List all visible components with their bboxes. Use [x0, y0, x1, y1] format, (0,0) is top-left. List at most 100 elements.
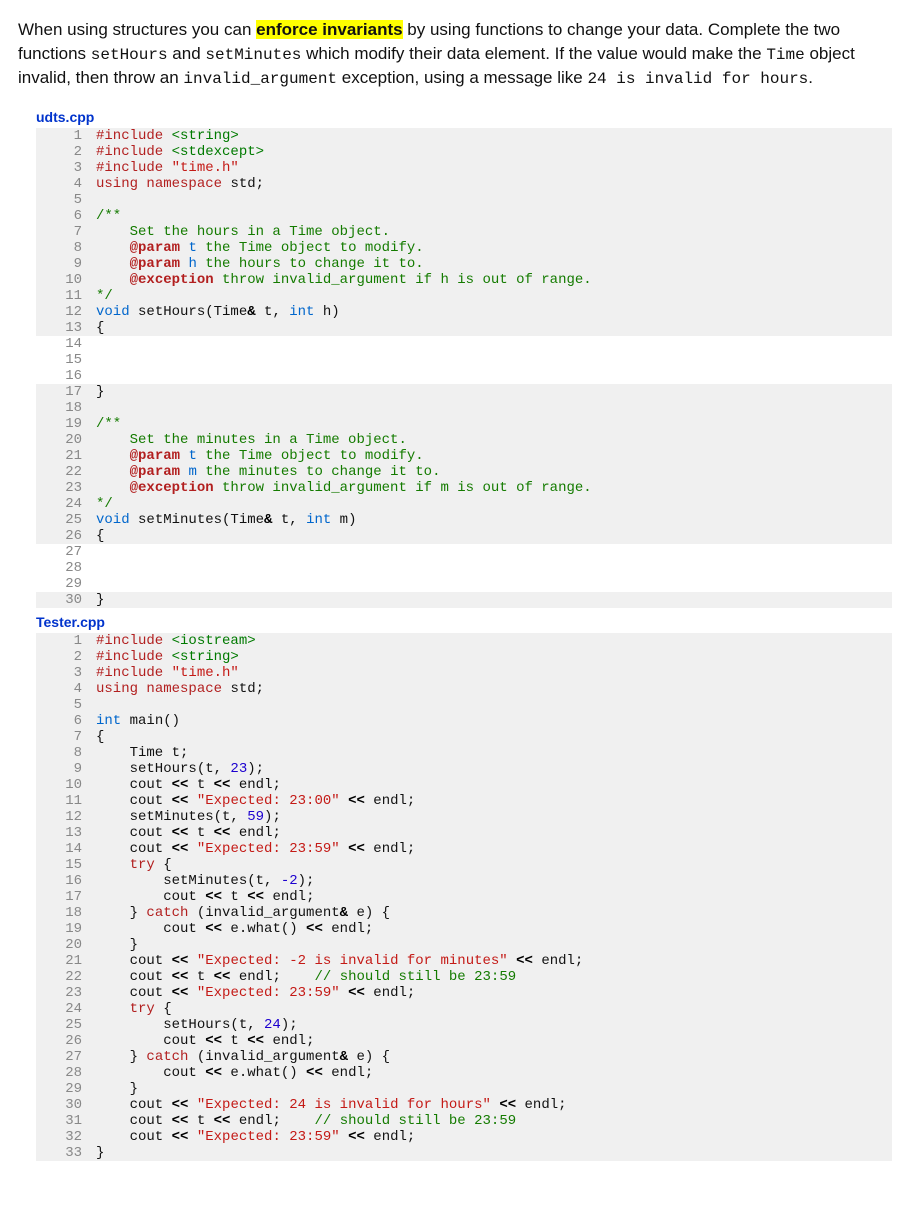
line-content: @param t the Time object to modify.: [92, 448, 892, 464]
code-line: 19/**: [36, 416, 892, 432]
code-line: 29: [36, 576, 892, 592]
line-content: #include <stdexcept>: [92, 144, 892, 160]
line-number: 22: [36, 969, 92, 985]
line-content: @param m the minutes to change it to.: [92, 464, 892, 480]
line-content: cout << "Expected: 23:00" << endl;: [92, 793, 892, 809]
line-number: 30: [36, 592, 92, 608]
line-content: cout << "Expected: 23:59" << endl;: [92, 985, 892, 1001]
line-content: cout << t << endl;: [92, 825, 892, 841]
line-content: {: [92, 729, 892, 745]
code-line: 27 } catch (invalid_argument& e) {: [36, 1049, 892, 1065]
line-number: 7: [36, 224, 92, 240]
file1-name: udts.cpp: [36, 109, 892, 125]
code-line: 1#include <iostream>: [36, 633, 892, 649]
line-number: 2: [36, 144, 92, 160]
line-content: cout << t << endl;: [92, 1033, 892, 1049]
file1-code: 1#include <string>2#include <stdexcept>3…: [36, 127, 892, 608]
code-line: 21 cout << "Expected: -2 is invalid for …: [36, 953, 892, 969]
line-number: 11: [36, 288, 92, 304]
code-line: 18 } catch (invalid_argument& e) {: [36, 905, 892, 921]
code-line: 32 cout << "Expected: 23:59" << endl;: [36, 1129, 892, 1145]
line-number: 7: [36, 729, 92, 745]
line-content: #include <iostream>: [92, 633, 892, 649]
code-line: 29 }: [36, 1081, 892, 1097]
line-content: }: [92, 937, 892, 953]
code-line: 10 @exception throw invalid_argument if …: [36, 272, 892, 288]
code-line: 20 }: [36, 937, 892, 953]
line-number: 17: [36, 384, 92, 400]
code-line: 16 setMinutes(t, -2);: [36, 873, 892, 889]
line-number: 6: [36, 208, 92, 224]
code-line: 31 cout << t << endl; // should still be…: [36, 1113, 892, 1129]
line-content: [92, 192, 892, 208]
line-number: 12: [36, 809, 92, 825]
line-content: Time t;: [92, 745, 892, 761]
line-number: 4: [36, 176, 92, 192]
line-number: 28: [36, 560, 92, 576]
line-number: 15: [36, 857, 92, 873]
line-number: 3: [36, 160, 92, 176]
line-content: using namespace std;: [92, 176, 892, 192]
intro-text: and: [168, 44, 206, 63]
intro-code: invalid_argument: [183, 70, 337, 88]
code-line: 1#include <string>: [36, 128, 892, 144]
code-line: 2#include <string>: [36, 649, 892, 665]
line-content: cout << "Expected: 24 is invalid for hou…: [92, 1097, 892, 1113]
line-content: }: [92, 384, 892, 400]
line-number: 9: [36, 256, 92, 272]
line-number: 3: [36, 665, 92, 681]
line-content: }: [92, 1081, 892, 1097]
code-line: 3#include "time.h": [36, 160, 892, 176]
line-content: }: [92, 592, 892, 608]
code-line: 33}: [36, 1145, 892, 1161]
code-line: 4using namespace std;: [36, 681, 892, 697]
line-number: 8: [36, 745, 92, 761]
code-line: 23 cout << "Expected: 23:59" << endl;: [36, 985, 892, 1001]
line-content: cout << t << endl; // should still be 23…: [92, 1113, 892, 1129]
line-content: #include <string>: [92, 649, 892, 665]
code-line: 9 @param h the hours to change it to.: [36, 256, 892, 272]
line-number: 1: [36, 633, 92, 649]
code-line: 11 cout << "Expected: 23:00" << endl;: [36, 793, 892, 809]
line-content: Set the hours in a Time object.: [92, 224, 892, 240]
line-number: 17: [36, 889, 92, 905]
code-line: 20 Set the minutes in a Time object.: [36, 432, 892, 448]
code-line: 28 cout << e.what() << endl;: [36, 1065, 892, 1081]
code-line: 7 Set the hours in a Time object.: [36, 224, 892, 240]
line-content: cout << "Expected: 23:59" << endl;: [92, 841, 892, 857]
line-content: #include "time.h": [92, 160, 892, 176]
line-number: 14: [36, 841, 92, 857]
line-content: cout << "Expected: 23:59" << endl;: [92, 1129, 892, 1145]
line-content: void setMinutes(Time& t, int m): [92, 512, 892, 528]
code-line: 17}: [36, 384, 892, 400]
code-line: 12void setHours(Time& t, int h): [36, 304, 892, 320]
code-line: 2#include <stdexcept>: [36, 144, 892, 160]
line-content: int main(): [92, 713, 892, 729]
line-number: 11: [36, 793, 92, 809]
code-line: 30}: [36, 592, 892, 608]
intro-code: setMinutes: [205, 46, 301, 64]
line-content: cout << t << endl; // should still be 23…: [92, 969, 892, 985]
line-number: 28: [36, 1065, 92, 1081]
line-content: /**: [92, 208, 892, 224]
line-number: 20: [36, 937, 92, 953]
code-line: 15: [36, 352, 892, 368]
code-line: 11*/: [36, 288, 892, 304]
line-content: try {: [92, 1001, 892, 1017]
line-number: 9: [36, 761, 92, 777]
code-line: 21 @param t the Time object to modify.: [36, 448, 892, 464]
intro-code: setHours: [91, 46, 168, 64]
line-content: cout << e.what() << endl;: [92, 1065, 892, 1081]
line-number: 24: [36, 1001, 92, 1017]
line-number: 23: [36, 480, 92, 496]
line-content: [92, 697, 892, 713]
line-number: 19: [36, 921, 92, 937]
line-number: 18: [36, 400, 92, 416]
line-number: 26: [36, 1033, 92, 1049]
line-content: [92, 576, 892, 592]
line-number: 10: [36, 777, 92, 793]
line-number: 18: [36, 905, 92, 921]
line-number: 21: [36, 953, 92, 969]
line-content: [92, 544, 892, 560]
line-content: cout << t << endl;: [92, 889, 892, 905]
